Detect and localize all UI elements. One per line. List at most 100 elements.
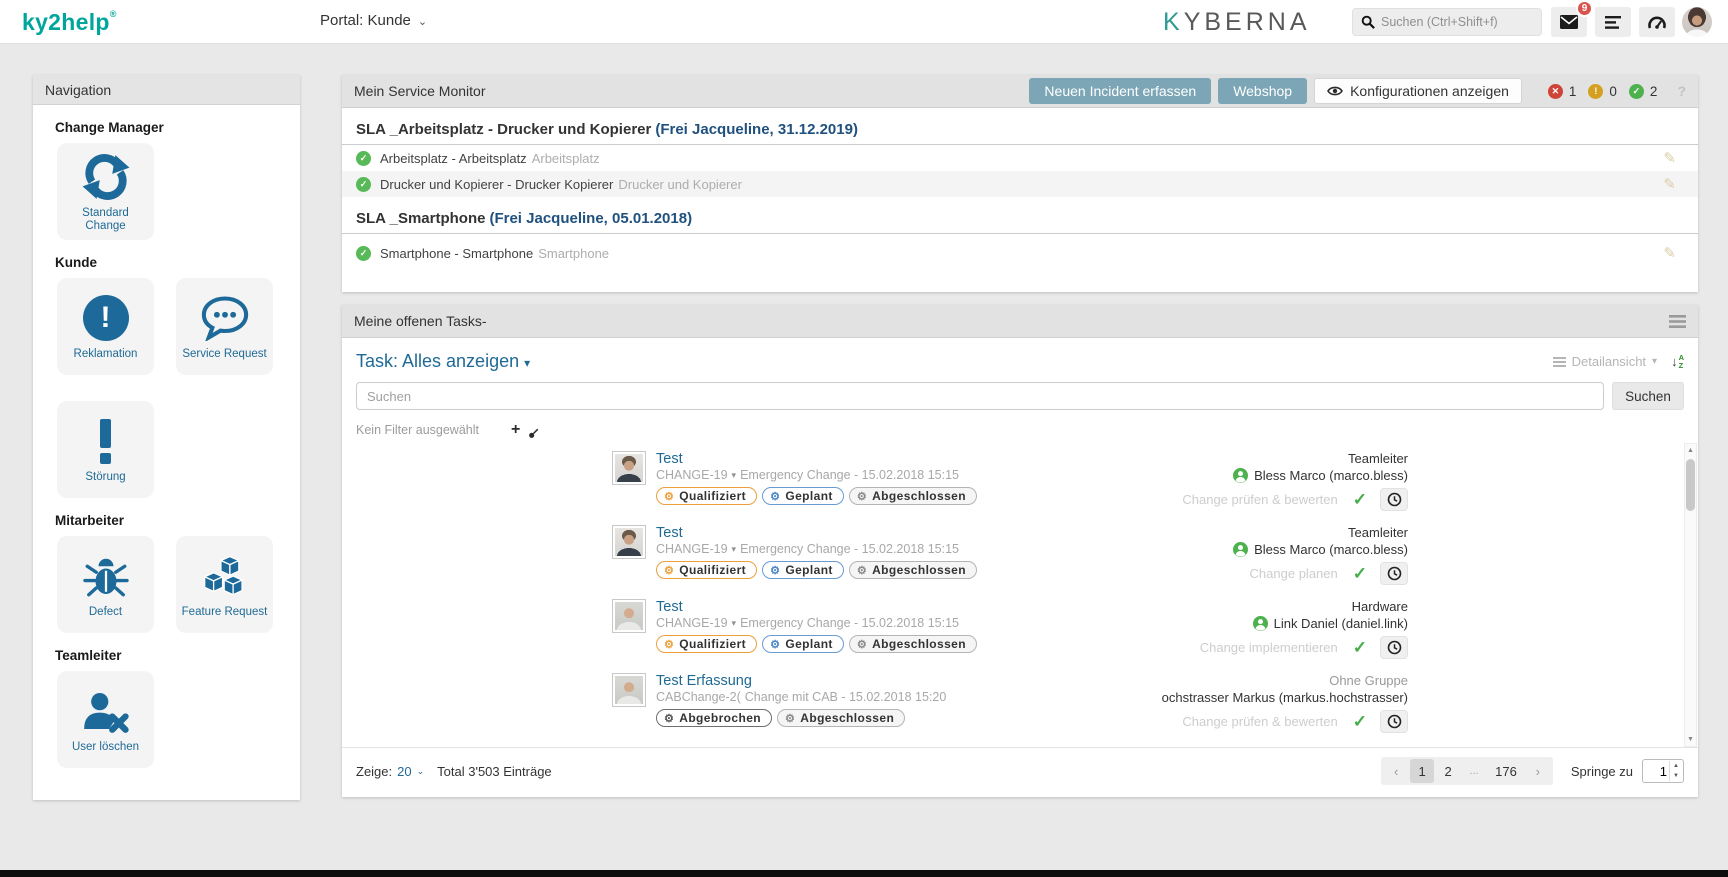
scroll-down-icon[interactable]: ▼: [1687, 733, 1694, 746]
dashboard-button[interactable]: [1639, 7, 1675, 37]
view-mode-dropdown[interactable]: Detailansicht ▾: [1552, 354, 1657, 369]
complete-check-icon[interactable]: ✓: [1353, 638, 1367, 658]
gear-icon: ⚙: [770, 564, 781, 577]
complete-check-icon[interactable]: ✓: [1353, 564, 1367, 584]
spinner-down-icon[interactable]: ▼: [1670, 771, 1682, 781]
scroll-up-icon[interactable]: ▲: [1687, 444, 1694, 457]
tile-service-request[interactable]: Service Request: [176, 278, 273, 375]
ky2help-logo[interactable]: ky2help®: [22, 9, 117, 36]
task-title-link[interactable]: Test: [656, 525, 977, 541]
task-title-link[interactable]: Test Erfassung: [656, 673, 946, 689]
status-badge[interactable]: ⚙ Geplant: [762, 561, 844, 579]
complete-check-icon[interactable]: ✓: [1353, 712, 1367, 732]
next-page-button[interactable]: ›: [1526, 759, 1550, 783]
show-configurations-button[interactable]: Konfigurationen anzeigen: [1314, 78, 1522, 104]
sort-az-icon[interactable]: ↓ AZ: [1671, 354, 1684, 369]
portal-selector[interactable]: Portal: Kunde ⌄: [320, 12, 427, 29]
status-badge[interactable]: ⚙ Abgebrochen: [656, 709, 773, 727]
caret-down-icon[interactable]: ▾: [732, 470, 737, 481]
section-mitarbeiter: Mitarbeiter: [55, 513, 125, 528]
clock-button[interactable]: [1380, 710, 1408, 733]
user-avatar[interactable]: [1682, 7, 1712, 37]
task-title-link[interactable]: Test: [656, 451, 977, 467]
status-badge[interactable]: ⚙ Abgeschlossen: [777, 709, 906, 727]
clock-icon: [1387, 566, 1401, 581]
gear-icon: ⚙: [770, 638, 781, 651]
tile-feature-request[interactable]: Feature Request: [176, 536, 273, 633]
bottom-bar: [0, 870, 1728, 877]
caret-down-icon[interactable]: ▾: [732, 618, 737, 629]
task-title-link[interactable]: Test: [656, 599, 977, 615]
tile-reklamation[interactable]: ! Reklamation: [57, 278, 154, 375]
list-lines-icon: [1552, 356, 1566, 367]
edit-pencil-icon[interactable]: ✎: [1663, 149, 1676, 167]
caret-down-icon: ▾: [524, 356, 531, 370]
complete-check-icon[interactable]: ✓: [1353, 490, 1367, 510]
caret-down-icon[interactable]: ▾: [732, 544, 737, 555]
avatar: [612, 599, 646, 633]
edit-pencil-icon[interactable]: ✎: [1663, 175, 1676, 193]
page-button-2[interactable]: 2: [1436, 759, 1460, 783]
status-badge[interactable]: ⚙ Abgeschlossen: [848, 635, 977, 653]
envelope-icon: [1560, 15, 1578, 29]
sync-icon: [81, 150, 131, 204]
task-list: Test CHANGE-19 ▾ Emergency Change - 15.02.…: [342, 443, 1698, 747]
gear-icon: ⚙: [664, 564, 675, 577]
new-incident-button[interactable]: Neuen Incident erfassen: [1029, 78, 1212, 104]
bug-icon: [82, 549, 130, 603]
clock-button[interactable]: [1380, 562, 1408, 585]
status-badge[interactable]: ⚙ Geplant: [762, 635, 844, 653]
tile-defect[interactable]: Defect: [57, 536, 154, 633]
gear-icon: ⚙: [664, 638, 675, 651]
sla-row: ✓ Arbeitsplatz - Arbeitsplatz Arbeitspla…: [342, 145, 1698, 171]
tile-stoerung[interactable]: Störung: [57, 401, 154, 498]
task-group: Teamleiter: [1348, 451, 1408, 466]
queue-button[interactable]: [1595, 7, 1631, 37]
webshop-button[interactable]: Webshop: [1218, 78, 1308, 104]
clock-button[interactable]: [1380, 488, 1408, 511]
gear-icon: ⚙: [664, 712, 675, 725]
messages-button[interactable]: 9: [1551, 0, 1593, 37]
status-badge[interactable]: ⚙ Abgeschlossen: [848, 487, 977, 505]
gear-icon: ⚙: [856, 564, 868, 577]
pin-filter-icon[interactable]: [528, 428, 539, 439]
tile-standard-change[interactable]: Standard Change: [57, 143, 154, 240]
scrollbar-thumb[interactable]: [1686, 459, 1695, 511]
page-size-dropdown[interactable]: 20: [397, 764, 411, 779]
panel-title: Mein Service Monitor: [354, 83, 486, 99]
task-group: Ohne Gruppe: [1329, 673, 1408, 688]
status-badge[interactable]: ⚙ Qualifiziert: [656, 635, 758, 653]
add-filter-icon[interactable]: +: [511, 421, 520, 439]
avatar: [612, 451, 646, 485]
page-button-1[interactable]: 1: [1410, 759, 1435, 783]
edit-pencil-icon[interactable]: ✎: [1663, 244, 1676, 262]
task-filter-dropdown[interactable]: Task: Alles anzeigen ▾: [356, 351, 530, 372]
panel-list-icon[interactable]: [1669, 314, 1686, 328]
total-entries-label: Total 3'503 Einträge: [437, 763, 552, 779]
tile-user-loeschen[interactable]: User löschen: [57, 671, 154, 768]
spinner-up-icon[interactable]: ▲: [1670, 761, 1682, 771]
status-badge[interactable]: ⚙ Geplant: [762, 487, 844, 505]
jump-to-label: Springe zu: [1570, 763, 1633, 779]
jump-page-input[interactable]: [1643, 763, 1669, 779]
gear-icon: ⚙: [856, 638, 868, 651]
global-search-input[interactable]: [1381, 15, 1521, 29]
task-action-label: Change implementieren: [1199, 640, 1338, 655]
warning-count: 0: [1609, 83, 1617, 99]
status-badge[interactable]: ⚙ Abgeschlossen: [848, 561, 977, 579]
status-badge[interactable]: ⚙ Qualifiziert: [656, 561, 758, 579]
task-list-scrollbar[interactable]: ▲ ▼: [1684, 443, 1697, 747]
gear-icon: ⚙: [770, 490, 781, 503]
status-badge[interactable]: ⚙ Qualifiziert: [656, 487, 758, 505]
page-button-176[interactable]: 176: [1488, 759, 1524, 783]
help-icon[interactable]: ?: [1677, 83, 1686, 99]
task-group: Teamleiter: [1348, 525, 1408, 540]
user-delete-icon: [81, 684, 131, 738]
sla-group-heading: SLA _Smartphone (Frei Jacqueline, 05.01.2…: [342, 197, 1698, 234]
tasks-search-button[interactable]: Suchen: [1612, 382, 1684, 410]
prev-page-button[interactable]: ‹: [1384, 759, 1408, 783]
list-icon: [1605, 15, 1621, 29]
clock-button[interactable]: [1380, 636, 1408, 659]
gear-icon: ⚙: [785, 712, 796, 725]
tasks-search-input[interactable]: [356, 382, 1604, 410]
